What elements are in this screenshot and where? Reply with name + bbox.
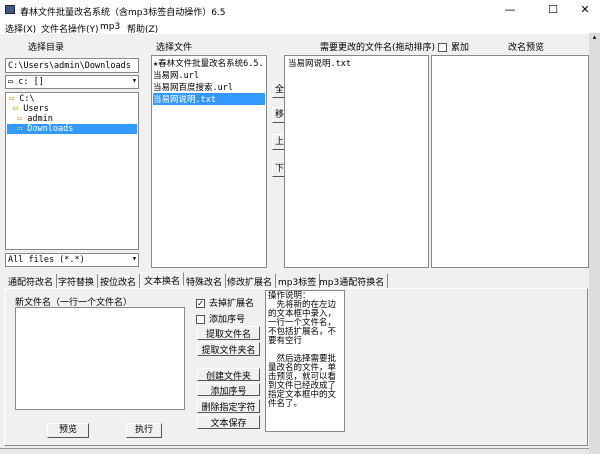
window-title: 春林文件批量改名系统（含mp3标签自动操作）6.5: [20, 8, 226, 18]
file-item-selected[interactable]: 当易网说明.txt: [153, 93, 265, 105]
new-names-textarea[interactable]: [15, 307, 185, 410]
tree-item[interactable]: ▭ Users: [7, 104, 137, 114]
execute-button[interactable]: 执行: [126, 423, 162, 438]
menu-help[interactable]: 帮助(Z): [127, 22, 158, 35]
tree-item-selected[interactable]: ▭ Downloads: [7, 124, 137, 134]
file-item[interactable]: 当易网百度搜索.url: [153, 81, 265, 93]
tab-extension[interactable]: 修改扩展名: [224, 274, 277, 288]
preview-list[interactable]: [431, 55, 589, 268]
tab-special[interactable]: 特殊改名: [183, 274, 227, 288]
status-bar: [0, 448, 589, 454]
tree-item[interactable]: ▭ C:\: [7, 94, 137, 104]
file-item[interactable]: ★春林文件批量改名系统6.5.: [153, 57, 265, 69]
add-seq-label: 添加序号: [209, 315, 246, 325]
accumulate-checkbox[interactable]: 累加: [438, 40, 469, 53]
tree-item[interactable]: ▭ admin: [7, 114, 137, 124]
save-text-button[interactable]: 文本保存: [197, 415, 260, 429]
add-seq-button[interactable]: 添加序号: [197, 383, 260, 397]
dir-header: 选择目录: [28, 43, 65, 53]
drive-icon: ▭: [8, 77, 19, 87]
folder-icon: ▭: [9, 94, 15, 104]
target-item[interactable]: 当易网说明.txt: [288, 57, 425, 69]
remove-ext-checkbox[interactable]: ✓ 去掉扩展名: [196, 296, 254, 309]
folder-icon: ▭: [13, 104, 19, 114]
tab-mp3-wildcard[interactable]: mp3通配符换名: [316, 274, 389, 288]
drive-value: c: []: [18, 77, 44, 87]
close-button[interactable]: ✕: [570, 2, 600, 18]
vertical-scrollbar[interactable]: ▴: [589, 33, 600, 454]
minimize-button[interactable]: —: [495, 2, 525, 18]
add-seq-checkbox[interactable]: 添加序号: [196, 312, 245, 325]
tree-label: C:\: [19, 94, 35, 104]
files-header: 选择文件: [156, 43, 193, 53]
tab-replace[interactable]: 字符替换: [55, 274, 99, 288]
tab-mp3-tags[interactable]: mp3标签: [275, 274, 321, 288]
file-item[interactable]: 当易网.url: [153, 69, 265, 81]
filter-value: All files (*.*): [8, 255, 85, 265]
tree-label: Downloads: [27, 124, 74, 134]
chevron-down-icon: ▾: [131, 76, 137, 86]
tab-wildcard[interactable]: 通配符改名: [5, 274, 58, 288]
file-list[interactable]: ★春林文件批量改名系统6.5. 当易网.url 当易网百度搜索.url 当易网说…: [151, 55, 267, 268]
path-input[interactable]: C:\Users\admin\Downloads: [5, 58, 139, 73]
tab-text[interactable]: 文本换名: [140, 272, 185, 287]
menu-select[interactable]: 选择(X): [5, 22, 36, 35]
tree-label: admin: [27, 114, 53, 124]
tree-label: Users: [23, 104, 49, 114]
folder-open-icon: ▭: [17, 124, 23, 134]
scroll-up-icon[interactable]: ▴: [589, 33, 600, 41]
maximize-button[interactable]: ☐: [538, 2, 568, 18]
drive-select[interactable]: ▭ c: [] ▾: [5, 75, 139, 89]
create-folder-button[interactable]: 创建文件夹: [197, 368, 260, 382]
menu-mp3[interactable]: mp3: [100, 22, 120, 32]
menu-filename-ops[interactable]: 文件名操作(Y): [41, 22, 99, 35]
extract-filename-button[interactable]: 提取文件名: [197, 326, 260, 340]
app-icon: [5, 5, 15, 14]
extract-foldername-button[interactable]: 提取文件夹名: [197, 342, 260, 356]
remove-ext-label: 去掉扩展名: [209, 299, 255, 309]
accumulate-label: 累加: [451, 43, 470, 53]
target-list[interactable]: 当易网说明.txt: [284, 55, 429, 268]
chevron-down-icon: ▾: [131, 254, 137, 264]
targets-header: 需要更改的文件名(拖动排序): [320, 43, 436, 53]
preview-button[interactable]: 预览: [47, 423, 89, 438]
tab-position[interactable]: 按位改名: [97, 274, 141, 288]
preview-header: 改名预览: [508, 43, 545, 53]
folder-icon: ▭: [17, 114, 23, 124]
help-text: 操作说明： 先将新的在左边的文本框中录入，一行一个文件名，不包括扩展名，不要有空…: [265, 290, 345, 432]
filter-select[interactable]: All files (*.*) ▾: [5, 253, 139, 267]
folder-tree[interactable]: ▭ C:\ ▭ Users ▭ admin ▭ Downloads: [5, 92, 139, 250]
delete-chars-button[interactable]: 删除指定字符: [197, 399, 260, 413]
